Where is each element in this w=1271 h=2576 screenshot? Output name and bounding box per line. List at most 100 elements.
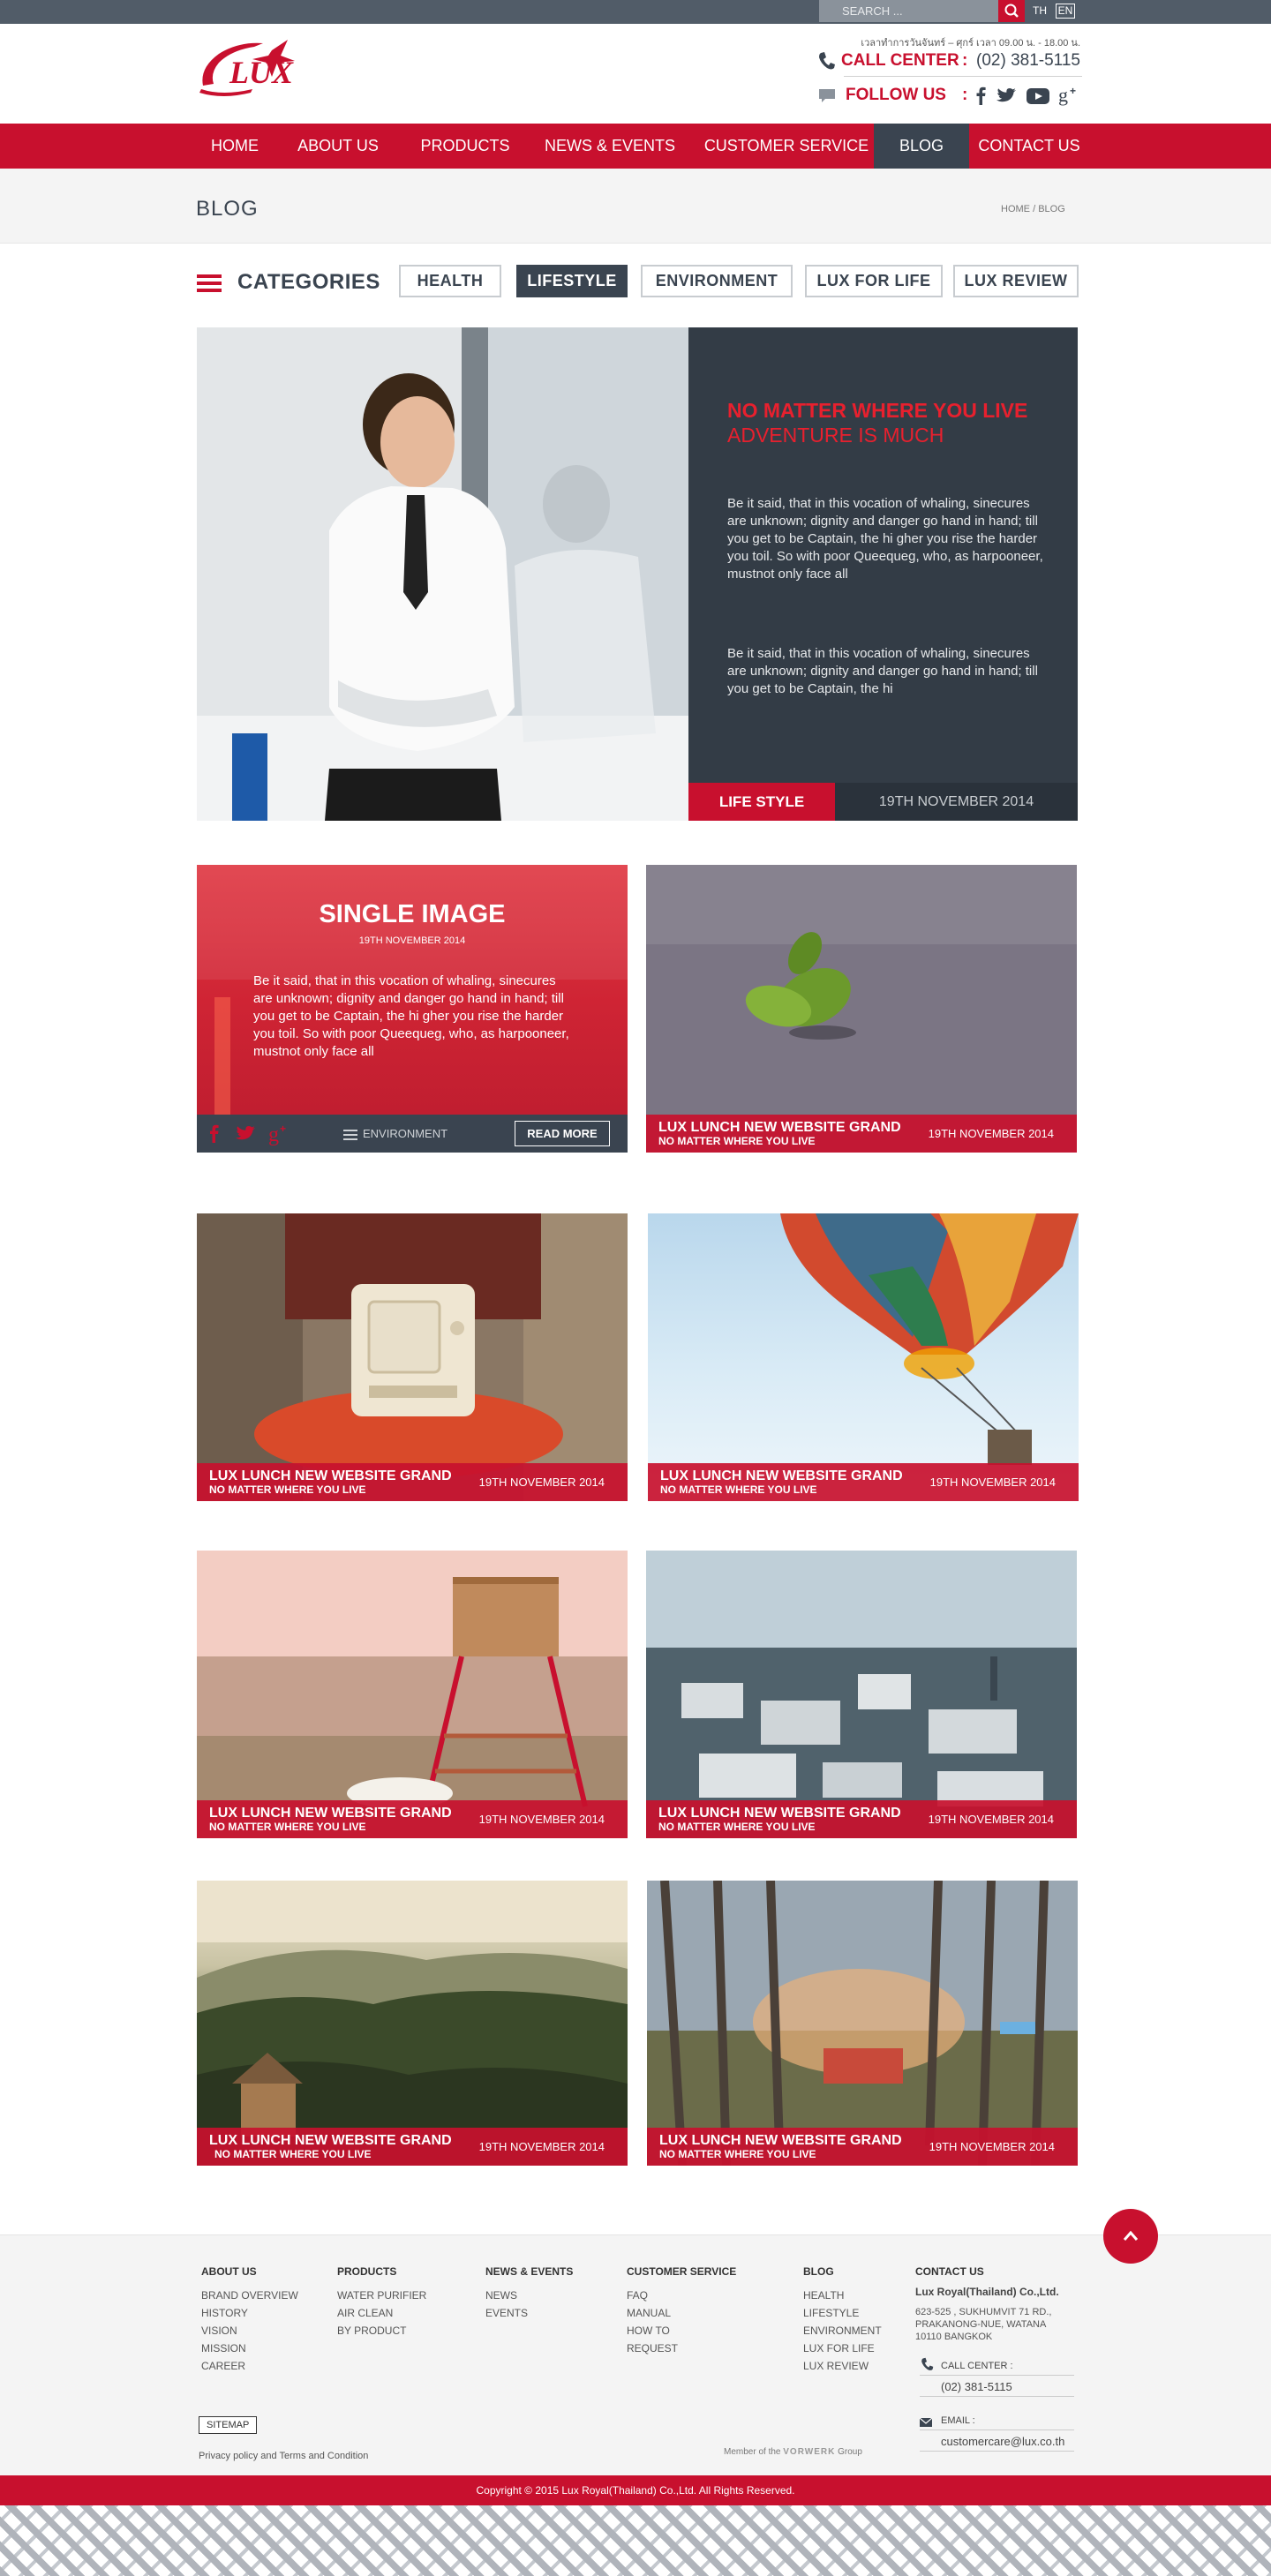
office-hours: เวลาทำการวันจันทร์ – ศุกร์ เวลา 09.00 น.… xyxy=(861,38,1080,49)
footer-about-link[interactable]: BRAND OVERVIEW xyxy=(201,2287,298,2304)
facebook-icon[interactable] xyxy=(974,86,989,105)
search-input[interactable]: SEARCH ... xyxy=(819,0,998,22)
footer-service-link[interactable]: MANUAL xyxy=(627,2304,671,2322)
nav-blog[interactable]: BLOG xyxy=(874,124,969,169)
footer-products-link[interactable]: WATER PURIFIER xyxy=(337,2287,426,2304)
blog-card-trees[interactable]: LUX LUNCH NEW WEBSITE GRAND NO MATTER WH… xyxy=(647,1881,1078,2166)
call-center-separator: : xyxy=(962,51,968,70)
tv-photo xyxy=(197,1213,628,1501)
footer-blog-link[interactable]: LUX REVIEW xyxy=(803,2357,869,2375)
basil-photo xyxy=(646,865,1077,1153)
svg-text:+: + xyxy=(1070,85,1076,97)
footer-contact-heading: CONTACT US xyxy=(915,2265,984,2278)
card-caption-bar: LUX LUNCH NEW WEBSITE GRAND NO MATTER WH… xyxy=(646,1115,1077,1153)
phone-icon xyxy=(920,2357,934,2371)
call-center-number[interactable]: (02) 381-5115 xyxy=(976,51,1080,71)
footer-email-label: EMAIL : xyxy=(941,2415,975,2426)
featured-title[interactable]: NO MATTER WHERE YOU LIVE xyxy=(727,398,1027,423)
lux-logo[interactable]: LUX xyxy=(196,34,302,98)
main-nav: HOME ABOUT US PRODUCTS NEWS & EVENTS CUS… xyxy=(0,124,1271,169)
twitter-icon[interactable] xyxy=(234,1125,257,1143)
card-subtitle: NO MATTER WHERE YOU LIVE xyxy=(214,2148,372,2160)
back-to-top-button[interactable] xyxy=(1103,2209,1158,2264)
blog-card-forest[interactable]: LUX LUNCH NEW WEBSITE GRAND NO MATTER WH… xyxy=(197,1881,628,2166)
card-date: 19TH NOVEMBER 2014 xyxy=(478,1476,605,1489)
featured-image[interactable] xyxy=(197,327,688,821)
footer-service-link[interactable]: FAQ xyxy=(627,2287,648,2304)
blog-card-balloon[interactable]: LUX LUNCH NEW WEBSITE GRAND NO MATTER WH… xyxy=(648,1213,1079,1501)
card-title[interactable]: LUX LUNCH NEW WEBSITE GRAND xyxy=(209,1806,452,1821)
card-date: 19TH NOVEMBER 2014 xyxy=(928,1813,1054,1826)
lang-th-button[interactable]: TH xyxy=(1031,4,1049,19)
search-button[interactable] xyxy=(998,0,1025,22)
single-image-title[interactable]: SINGLE IMAGE xyxy=(197,900,628,929)
nav-products[interactable]: PRODUCTS xyxy=(408,124,523,169)
footer-service-heading: CUSTOMER SERVICE xyxy=(627,2265,737,2278)
card-date: 19TH NOVEMBER 2014 xyxy=(478,2140,605,2153)
footer-products-heading: PRODUCTS xyxy=(337,2265,397,2278)
card-title[interactable]: LUX LUNCH NEW WEBSITE GRAND xyxy=(658,1120,901,1136)
footer-email[interactable]: customercare@lux.co.th xyxy=(941,2435,1064,2448)
single-image-card[interactable]: SINGLE IMAGE 19TH NOVEMBER 2014 Be it sa… xyxy=(197,865,628,1153)
card-caption-bar: LUX LUNCH NEW WEBSITE GRAND NO MATTER WH… xyxy=(646,1800,1077,1838)
footer-about-link[interactable]: VISION xyxy=(201,2322,237,2339)
footer-service-link[interactable]: REQUEST xyxy=(627,2339,678,2357)
footer-about-link[interactable]: HISTORY xyxy=(201,2304,248,2322)
card-caption-bar: LUX LUNCH NEW WEBSITE GRAND NO MATTER WH… xyxy=(647,2128,1078,2166)
category-lux-review[interactable]: LUX REVIEW xyxy=(953,265,1079,297)
category-health[interactable]: HEALTH xyxy=(399,265,501,297)
single-image-category[interactable]: ENVIRONMENT xyxy=(363,1127,447,1140)
card-date: 19TH NOVEMBER 2014 xyxy=(928,1127,1054,1140)
nav-news-events[interactable]: NEWS & EVENTS xyxy=(540,124,680,169)
nav-about-us[interactable]: ABOUT US xyxy=(284,124,392,169)
category-lux-for-life[interactable]: LUX FOR LIFE xyxy=(805,265,943,297)
card-title[interactable]: LUX LUNCH NEW WEBSITE GRAND xyxy=(209,2133,452,2149)
footer-service-link[interactable]: HOW TO xyxy=(627,2322,670,2339)
lang-en-button[interactable]: EN xyxy=(1056,4,1075,19)
card-title[interactable]: LUX LUNCH NEW WEBSITE GRAND xyxy=(209,1468,452,1484)
card-title[interactable]: LUX LUNCH NEW WEBSITE GRAND xyxy=(658,1806,901,1821)
featured-subtitle: ADVENTURE IS MUCH xyxy=(727,424,944,447)
footer-blog-link[interactable]: LIFESTYLE xyxy=(803,2304,859,2322)
sitemap-button[interactable]: SITEMAP xyxy=(199,2416,258,2434)
read-more-button[interactable]: READ MORE xyxy=(515,1121,610,1146)
blog-card-basil[interactable]: LUX LUNCH NEW WEBSITE GRAND NO MATTER WH… xyxy=(646,865,1077,1153)
featured-category-badge[interactable]: LIFE STYLE xyxy=(688,783,835,821)
categories-label: CATEGORIES xyxy=(237,270,380,294)
nav-customer-service[interactable]: CUSTOMER SERVICE xyxy=(701,124,872,169)
youtube-icon[interactable] xyxy=(1027,88,1049,104)
category-lifestyle[interactable]: LIFESTYLE xyxy=(516,265,628,297)
featured-date: 19TH NOVEMBER 2014 xyxy=(835,783,1078,821)
footer-about-link[interactable]: CAREER xyxy=(201,2357,245,2375)
footer-call-number[interactable]: (02) 381-5115 xyxy=(941,2380,1012,2393)
card-title[interactable]: LUX LUNCH NEW WEBSITE GRAND xyxy=(659,2133,902,2149)
breadcrumb-home[interactable]: HOME xyxy=(1001,204,1030,214)
card-caption-bar: LUX LUNCH NEW WEBSITE GRAND NO MATTER WH… xyxy=(197,2128,628,2166)
header-divider xyxy=(844,76,1082,77)
nav-contact-us[interactable]: CONTACT US xyxy=(971,124,1087,169)
featured-paragraph-1: Be it said, that in this vocation of wha… xyxy=(727,496,1043,582)
google-plus-icon[interactable]: g + xyxy=(1057,84,1080,107)
single-image-text: Be it said, that in this vocation of wha… xyxy=(253,973,569,1059)
footer-products-link[interactable]: BY PRODUCT xyxy=(337,2322,406,2339)
category-environment[interactable]: ENVIRONMENT xyxy=(641,265,793,297)
member-of-group: Member of the VORWERK Group xyxy=(724,2447,862,2457)
decorative-pattern xyxy=(0,2505,1271,2576)
blog-card-city[interactable]: LUX LUNCH NEW WEBSITE GRAND NO MATTER WH… xyxy=(646,1551,1077,1838)
google-plus-icon[interactable]: g + xyxy=(267,1122,290,1146)
nav-home[interactable]: HOME xyxy=(196,124,274,169)
facebook-icon[interactable] xyxy=(209,1123,220,1143)
card-title[interactable]: LUX LUNCH NEW WEBSITE GRAND xyxy=(660,1468,903,1484)
blog-card-lifeguard[interactable]: LUX LUNCH NEW WEBSITE GRAND NO MATTER WH… xyxy=(197,1551,628,1838)
twitter-icon[interactable] xyxy=(996,87,1017,105)
privacy-link[interactable]: Privacy policy and Terms and Condition xyxy=(199,2451,368,2461)
footer-news-link[interactable]: NEWS xyxy=(485,2287,517,2304)
blog-card-tv[interactable]: LUX LUNCH NEW WEBSITE GRAND NO MATTER WH… xyxy=(197,1213,628,1501)
footer-blog-link[interactable]: LUX FOR LIFE xyxy=(803,2339,875,2357)
footer-news-link[interactable]: EVENTS xyxy=(485,2304,528,2322)
footer-blog-link[interactable]: ENVIRONMENT xyxy=(803,2322,882,2339)
copyright-bar: Copyright © 2015 Lux Royal(Thailand) Co.… xyxy=(0,2475,1271,2505)
footer-blog-link[interactable]: HEALTH xyxy=(803,2287,844,2304)
footer-products-link[interactable]: AIR CLEAN xyxy=(337,2304,393,2322)
footer-about-link[interactable]: MISSION xyxy=(201,2339,246,2357)
